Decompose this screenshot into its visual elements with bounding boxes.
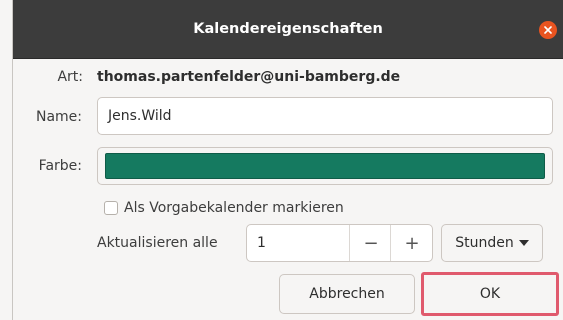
ok-button[interactable]: OK bbox=[421, 272, 559, 316]
default-calendar-checkbox[interactable] bbox=[104, 201, 118, 215]
name-input[interactable]: Jens.Wild bbox=[97, 97, 553, 135]
type-label: Art: bbox=[57, 69, 83, 85]
close-button[interactable] bbox=[539, 21, 557, 39]
interval-unit-dropdown[interactable]: Stunden bbox=[441, 224, 543, 262]
cancel-button[interactable]: Abbrechen bbox=[279, 274, 415, 314]
color-swatch bbox=[105, 153, 545, 179]
default-calendar-checkbox-label: Als Vorgabekalender markieren bbox=[124, 200, 344, 216]
default-calendar-option[interactable]: Als Vorgabekalender markieren bbox=[104, 197, 344, 219]
color-picker-button[interactable] bbox=[97, 147, 553, 185]
refresh-interval-spinbutton[interactable]: 1 − + bbox=[246, 224, 433, 262]
calendar-properties-dialog: Kalendereigenschaften Art: thomas.parten… bbox=[12, 0, 563, 320]
caret-down-icon bbox=[518, 240, 529, 246]
close-icon bbox=[544, 26, 552, 34]
refresh-interval-label: Aktualisieren alle bbox=[97, 235, 218, 251]
color-label: Farbe: bbox=[38, 158, 82, 174]
type-value: thomas.partenfelder@uni-bamberg.de bbox=[97, 69, 401, 85]
refresh-interval-value[interactable]: 1 bbox=[257, 225, 266, 261]
titlebar[interactable]: Kalendereigenschaften bbox=[13, 0, 563, 59]
decrement-button[interactable]: − bbox=[349, 225, 392, 261]
dialog-title: Kalendereigenschaften bbox=[193, 21, 383, 37]
name-label: Name: bbox=[35, 109, 82, 125]
increment-button[interactable]: + bbox=[390, 225, 433, 261]
interval-unit-label: Stunden bbox=[455, 235, 514, 251]
